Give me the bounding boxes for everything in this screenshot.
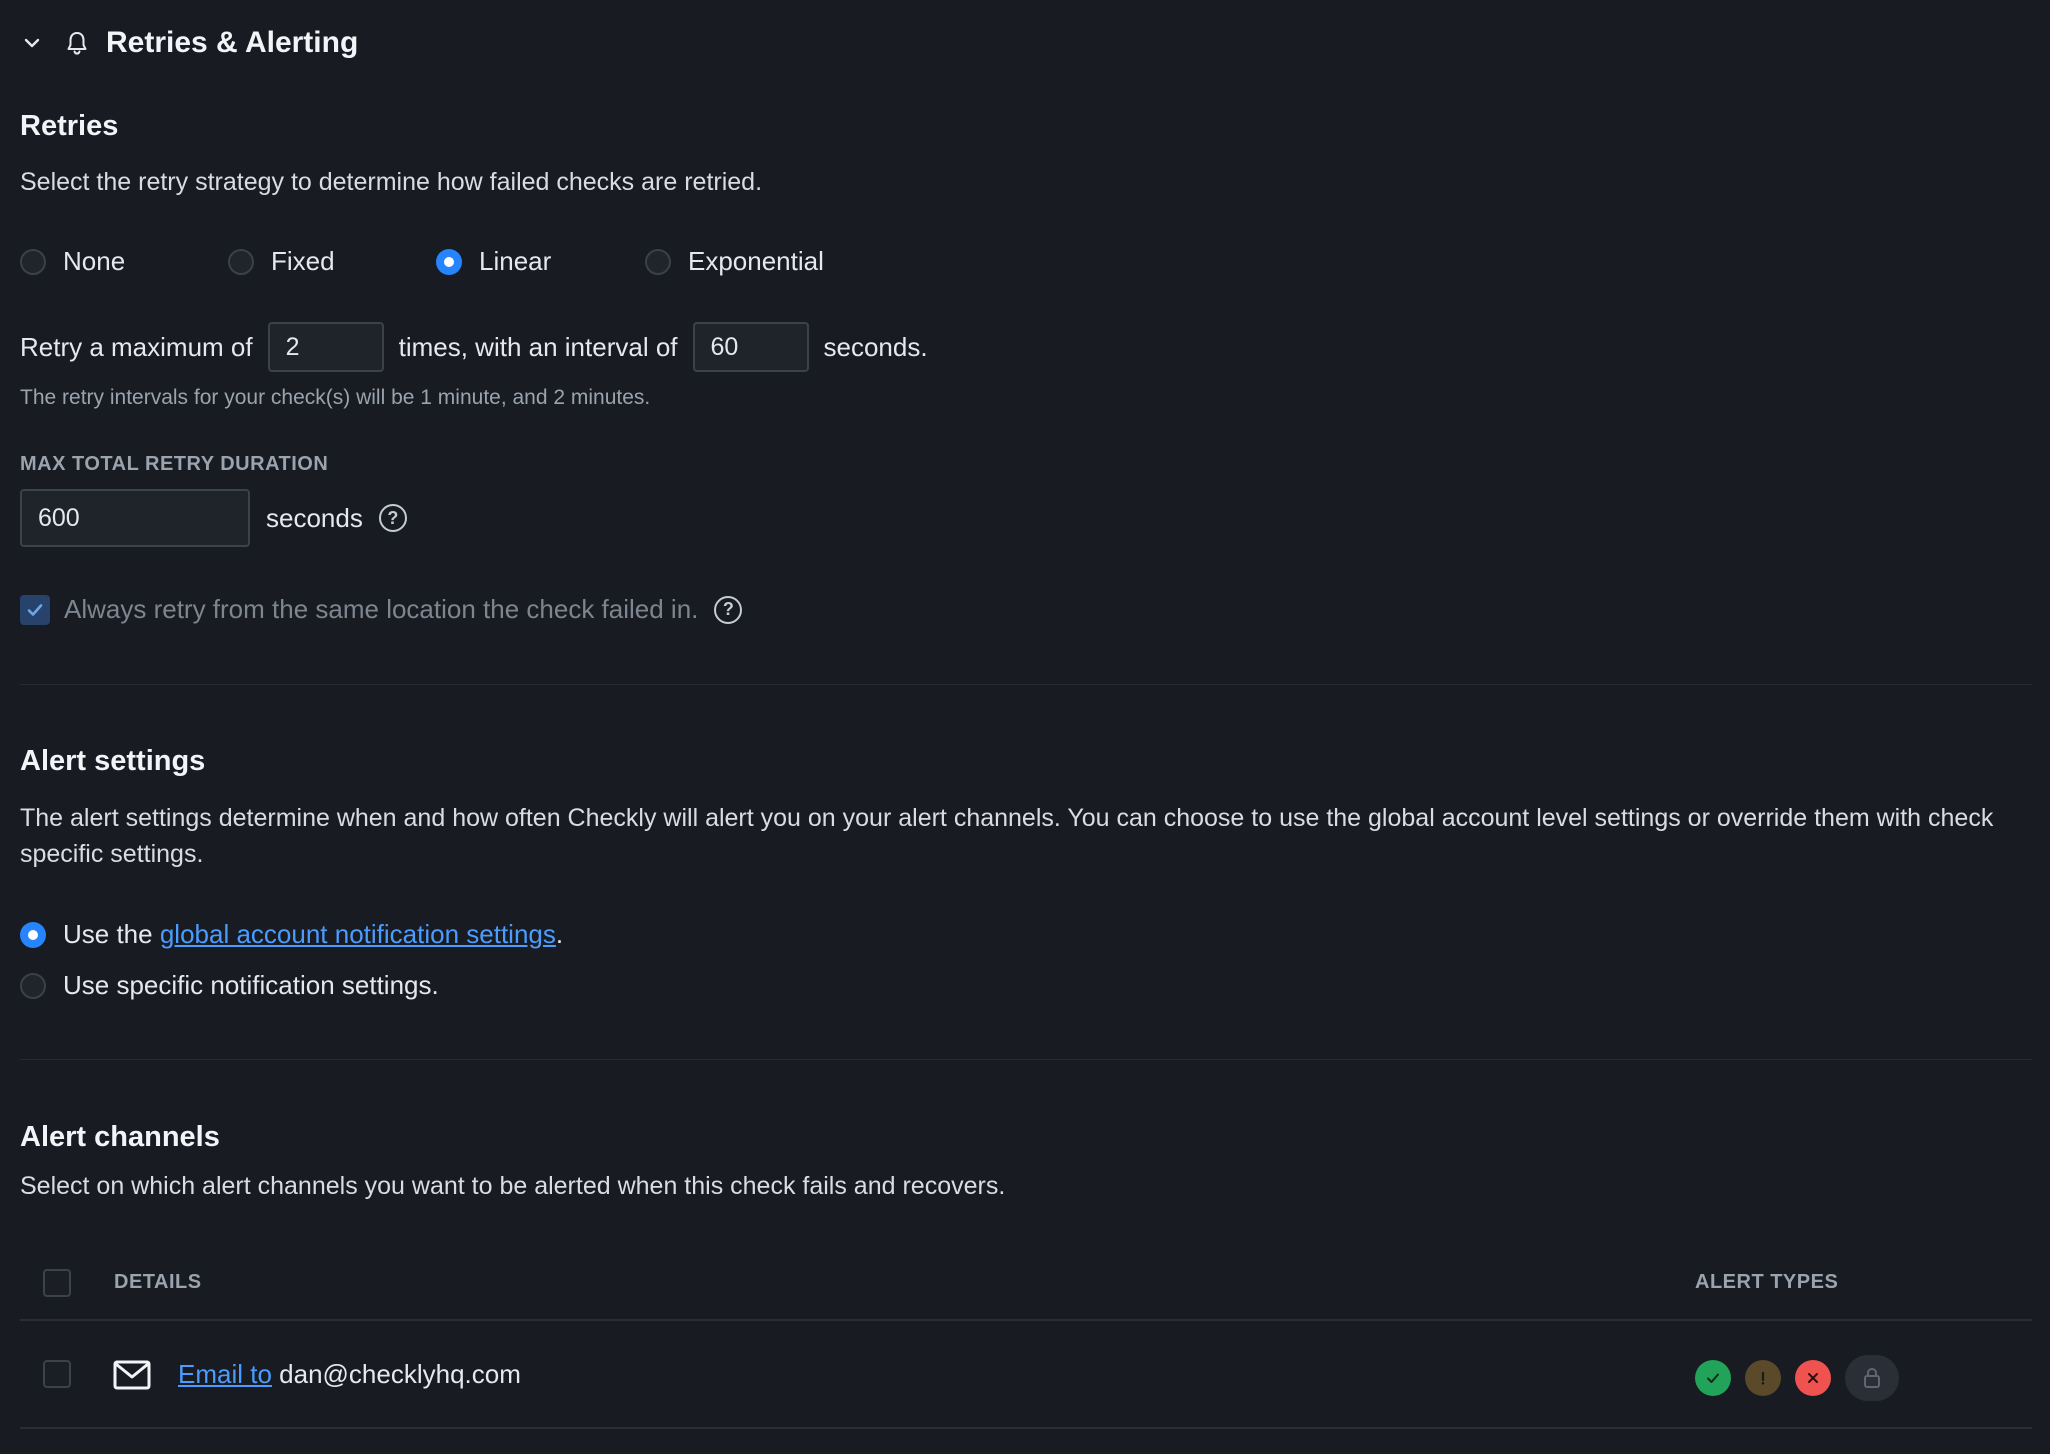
column-details: DETAILS xyxy=(114,1271,202,1293)
same-location-row: Always retry from the same location the … xyxy=(20,594,743,625)
column-alert-types: ALERT TYPES xyxy=(1695,1271,1839,1293)
radio-global[interactable] xyxy=(20,921,46,948)
option-global-prefix: Use the xyxy=(63,919,153,949)
degraded-exclamation-icon xyxy=(1745,1360,1781,1396)
alert-settings-heading: Alert settings xyxy=(20,745,206,777)
max-duration-input[interactable] xyxy=(20,489,250,547)
table-row: Email to dan@checklyhq.com xyxy=(20,1321,2032,1427)
table-header: DETAILS ALERT TYPES xyxy=(20,1254,2032,1320)
strategy-linear-label: Linear xyxy=(479,246,552,276)
email-to-link[interactable]: Email to xyxy=(178,1359,272,1389)
max-duration-label: MAX TOTAL RETRY DURATION xyxy=(20,453,329,475)
option-global-suffix: . xyxy=(555,919,564,949)
select-all-checkbox[interactable] xyxy=(43,1269,71,1297)
retry-sentence-prefix: Retry a maximum of xyxy=(20,331,253,362)
radio-none[interactable] xyxy=(20,248,46,275)
radio-exponential[interactable] xyxy=(645,248,671,275)
strategy-none[interactable]: None xyxy=(20,246,125,277)
section-title: Retries & Alerting xyxy=(106,26,359,59)
strategy-linear[interactable]: Linear xyxy=(436,246,551,277)
strategy-exponential-label: Exponential xyxy=(688,246,824,276)
retry-hint: The retry intervals for your check(s) wi… xyxy=(20,386,651,409)
global-settings-link[interactable]: global account notification settings xyxy=(160,919,556,950)
retries-heading: Retries xyxy=(20,110,119,142)
bell-icon xyxy=(64,30,90,56)
recovery-check-icon xyxy=(1695,1360,1731,1396)
divider xyxy=(20,684,2032,685)
option-global-settings[interactable]: Use the global account notification sett… xyxy=(20,919,563,950)
row-checkbox[interactable] xyxy=(43,1360,71,1388)
chevron-down-icon[interactable] xyxy=(20,31,44,55)
ssl-lock-icon xyxy=(1845,1355,1899,1401)
failure-x-icon xyxy=(1795,1360,1831,1396)
same-location-label: Always retry from the same location the … xyxy=(64,594,699,624)
option-specific-label: Use specific notification settings. xyxy=(63,970,439,1000)
option-specific-settings[interactable]: Use specific notification settings. xyxy=(20,970,439,1001)
strategy-fixed-label: Fixed xyxy=(271,246,335,276)
mail-icon xyxy=(112,1355,152,1395)
strategy-fixed[interactable]: Fixed xyxy=(228,246,335,277)
channel-details: Email to dan@checklyhq.com xyxy=(178,1359,521,1390)
alert-types xyxy=(1695,1355,1899,1401)
alert-settings-description: The alert settings determine when and ho… xyxy=(20,804,1994,868)
retry-sentence: Retry a maximum of times, with an interv… xyxy=(20,322,928,372)
check-icon xyxy=(27,603,43,616)
help-icon[interactable]: ? xyxy=(378,504,407,532)
retry-sentence-middle: times, with an interval of xyxy=(398,331,678,362)
max-retries-input[interactable] xyxy=(267,322,384,372)
table-row-border xyxy=(20,1427,2032,1429)
radio-fixed[interactable] xyxy=(228,248,254,275)
same-location-checkbox[interactable] xyxy=(20,594,50,625)
retry-sentence-suffix: seconds. xyxy=(823,331,928,362)
radio-linear[interactable] xyxy=(436,248,462,275)
max-duration-row: seconds ? xyxy=(20,489,407,547)
strategy-none-label: None xyxy=(63,246,126,276)
max-duration-unit: seconds xyxy=(266,502,363,533)
channel-target: dan@checklyhq.com xyxy=(279,1359,521,1389)
alert-channels-heading: Alert channels xyxy=(20,1121,220,1153)
help-icon[interactable]: ? xyxy=(714,595,743,624)
radio-specific[interactable] xyxy=(20,972,46,999)
retries-description: Select the retry strategy to determine h… xyxy=(20,168,763,196)
strategy-exponential[interactable]: Exponential xyxy=(645,246,824,277)
divider xyxy=(20,1059,2032,1060)
interval-input[interactable] xyxy=(692,322,809,372)
alert-channels-description: Select on which alert channels you want … xyxy=(20,1172,1006,1200)
section-header[interactable]: Retries & Alerting xyxy=(20,20,358,66)
